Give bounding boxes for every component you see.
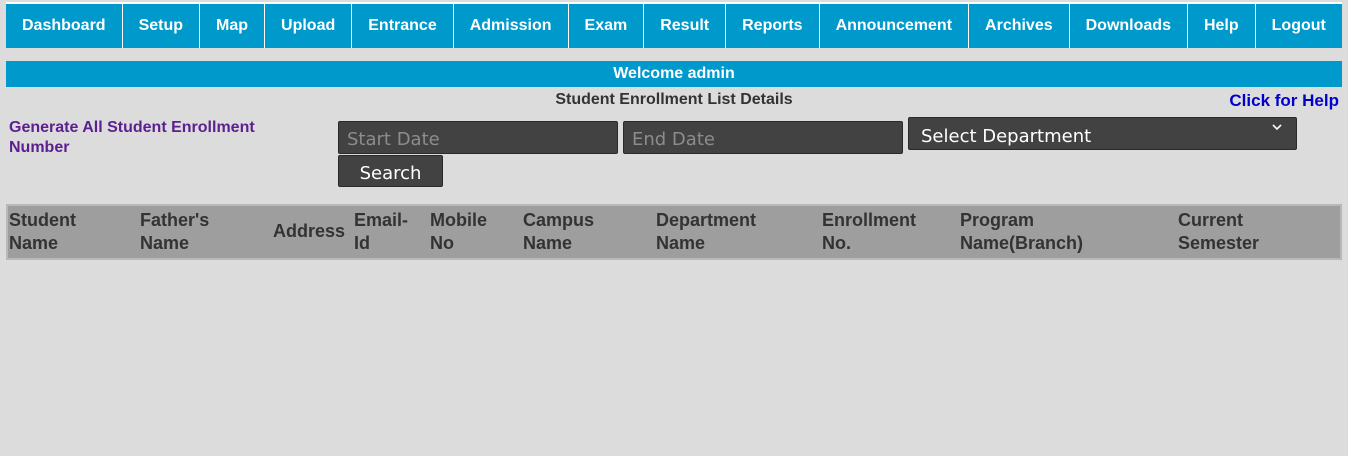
column-department-name[interactable]: Department Name [656, 209, 756, 255]
column-address[interactable]: Address [273, 220, 345, 243]
column-campus-name[interactable]: Campus Name [523, 209, 594, 255]
chevron-down-icon [1270, 120, 1284, 138]
nav-logout[interactable]: Logout [1256, 4, 1342, 48]
nav-exam[interactable]: Exam [569, 4, 645, 48]
help-link[interactable]: Click for Help [1229, 91, 1339, 111]
nav-map[interactable]: Map [200, 4, 266, 48]
nav-upload[interactable]: Upload [265, 4, 353, 48]
nav-downloads[interactable]: Downloads [1070, 4, 1188, 48]
nav-admission[interactable]: Admission [454, 4, 569, 48]
column-mobile-no[interactable]: Mobile No [430, 209, 487, 255]
page-title: Student Enrollment List Details [555, 91, 793, 108]
column-enrollment-no[interactable]: Enrollment No. [822, 209, 916, 255]
column-email-id[interactable]: Email- Id [354, 209, 408, 255]
department-select[interactable]: Select Department [908, 117, 1297, 150]
nav-announcement[interactable]: Announcement [820, 4, 970, 48]
column-student-name[interactable]: Student Name [9, 209, 76, 255]
nav-reports[interactable]: Reports [726, 4, 820, 48]
nav-result[interactable]: Result [644, 4, 727, 48]
generate-enrollment-link[interactable]: Generate All Student Enrollment Number [9, 118, 309, 158]
nav-setup[interactable]: Setup [123, 4, 201, 48]
nav-entrance[interactable]: Entrance [352, 4, 454, 48]
search-button[interactable]: Search [338, 155, 443, 187]
nav-dashboard[interactable]: Dashboard [6, 4, 123, 48]
department-select-value: Select Department [921, 126, 1092, 147]
enrollment-table-header: Student Name Father's Name Address Email… [6, 204, 1342, 260]
top-navigation-bar: Dashboard Setup Map Upload Entrance Admi… [6, 2, 1342, 48]
column-program-name[interactable]: Program Name(Branch) [960, 209, 1083, 255]
start-date-input[interactable] [338, 121, 618, 154]
welcome-banner: Welcome admin [6, 61, 1342, 87]
end-date-input[interactable] [623, 121, 903, 154]
column-fathers-name[interactable]: Father's Name [140, 209, 209, 255]
nav-archives[interactable]: Archives [969, 4, 1070, 48]
column-current-semester[interactable]: Current Semester [1178, 209, 1259, 255]
nav-help[interactable]: Help [1188, 4, 1256, 48]
